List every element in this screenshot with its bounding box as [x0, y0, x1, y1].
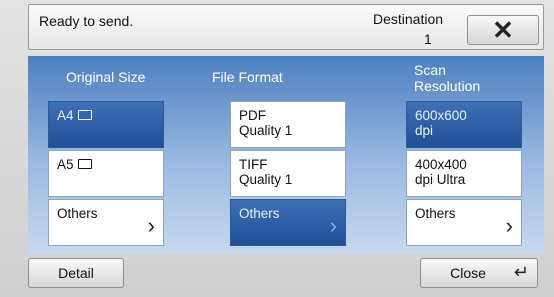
option-label: Others [239, 206, 280, 221]
option-label: Others [57, 206, 98, 221]
resolution-400[interactable]: 400x400 dpi Ultra [406, 150, 522, 197]
detail-label: Detail [58, 265, 94, 281]
resolution-600[interactable]: 600x600 dpi [406, 101, 522, 148]
file-format-pdf[interactable]: PDF Quality 1 [230, 101, 346, 148]
detail-button[interactable]: Detail [28, 258, 124, 288]
enter-icon: ↵ [513, 262, 529, 282]
chevron-right-icon: › [329, 213, 337, 238]
cancel-button[interactable]: ✕ [467, 15, 539, 45]
file-format-header: File Format [212, 69, 283, 85]
original-size-others[interactable]: Others › [48, 199, 164, 246]
option-sublabel: Quality 1 [239, 123, 293, 138]
status-bar: Ready to send. Destination 1 ✕ [28, 4, 544, 50]
chevron-right-icon: › [147, 213, 155, 238]
original-size-header: Original Size [66, 69, 146, 85]
option-sublabel: Quality 1 [239, 172, 293, 187]
original-size-a5[interactable]: A5 [48, 150, 164, 197]
header-line: Resolution [414, 78, 481, 94]
option-label: PDF [239, 108, 266, 123]
option-label: A5 [57, 157, 74, 172]
destination-count: 1 [424, 31, 432, 47]
file-format-tiff[interactable]: TIFF Quality 1 [230, 150, 346, 197]
option-sublabel: dpi [415, 123, 434, 138]
chevron-right-icon: › [505, 213, 513, 238]
option-sublabel: dpi Ultra [415, 172, 466, 187]
header-line: Scan [414, 62, 446, 78]
paper-landscape-icon [77, 110, 92, 120]
file-format-others[interactable]: Others › [230, 199, 346, 246]
status-message: Ready to send. [39, 13, 134, 29]
close-button[interactable]: Close ↵ [420, 258, 538, 288]
resolution-others[interactable]: Others › [406, 199, 522, 246]
option-label: TIFF [239, 157, 268, 172]
close-label: Close [450, 265, 486, 281]
paper-landscape-icon [77, 159, 92, 169]
settings-panel: Original Size A4 A5 Others › File Format… [28, 56, 544, 254]
destination-label: Destination [373, 11, 444, 27]
scan-settings-screen: Ready to send. Destination 1 ✕ Original … [0, 0, 554, 297]
option-label: Others [415, 206, 456, 221]
original-size-a4[interactable]: A4 [48, 101, 164, 148]
scan-resolution-header: Scan Resolution [414, 62, 480, 94]
option-label: 400x400 [415, 157, 467, 172]
option-label: 600x600 [415, 108, 467, 123]
option-label: A4 [57, 108, 74, 123]
close-icon: ✕ [492, 14, 514, 45]
